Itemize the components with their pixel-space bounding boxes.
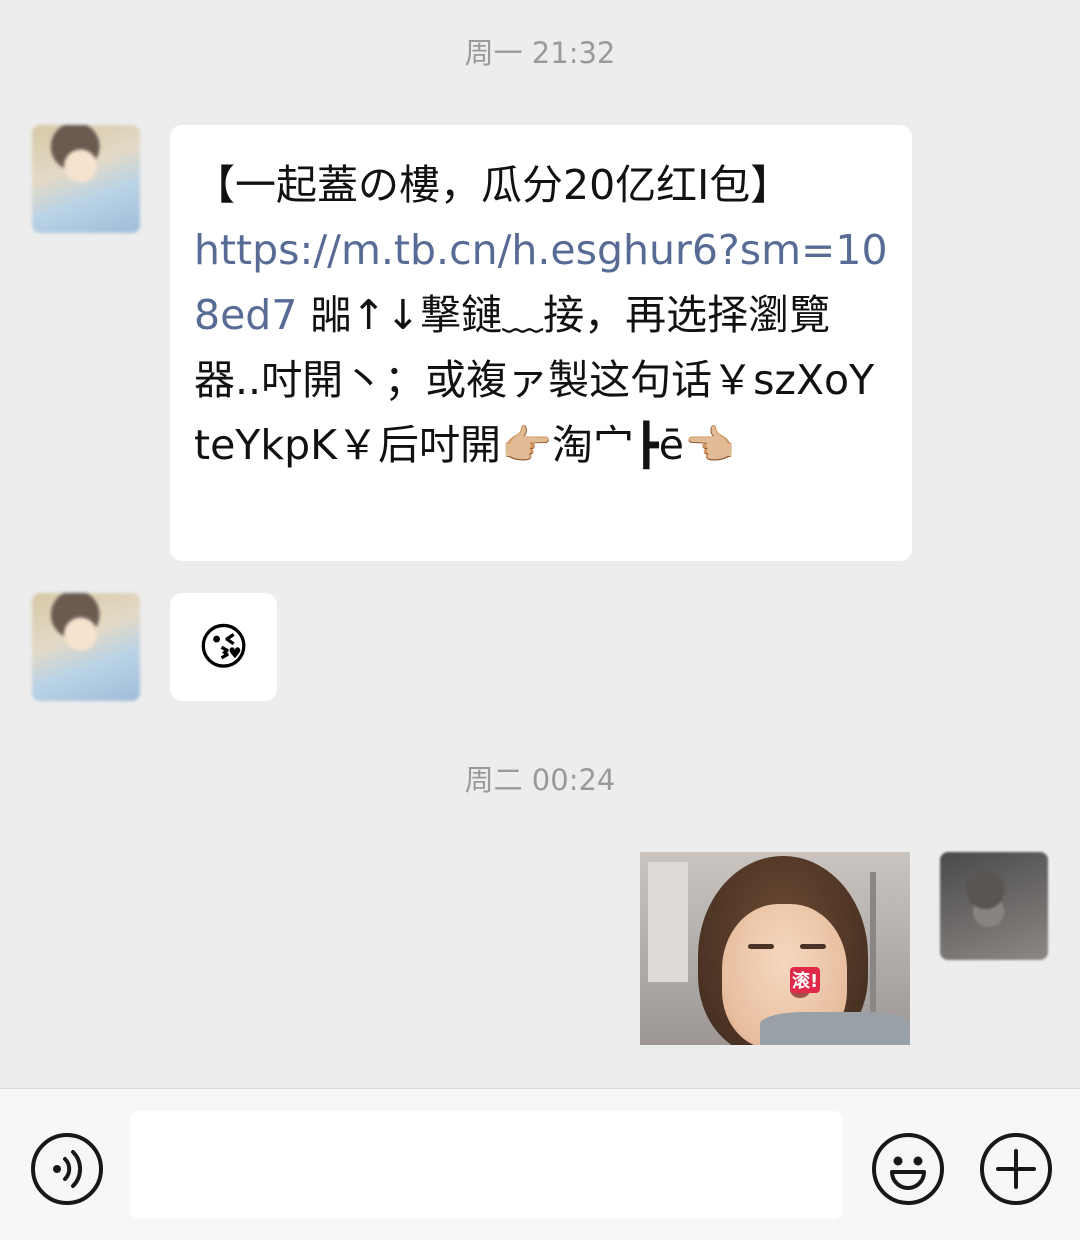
sticker-message[interactable]: 滚! xyxy=(640,852,910,1045)
emoji-message-bubble[interactable]: 😘 xyxy=(170,593,277,701)
self-avatar[interactable] xyxy=(940,852,1048,960)
emoji-button[interactable] xyxy=(872,1133,944,1205)
kiss-emoji: 😘 xyxy=(197,618,250,676)
sticker-eye xyxy=(748,944,774,949)
sticker-shirt xyxy=(760,1012,910,1045)
input-bar xyxy=(0,1088,1080,1240)
message-input[interactable] xyxy=(130,1111,842,1219)
sticker-background-window xyxy=(648,862,688,982)
message-text: 【一起蓋の樓，瓜分20亿红I包】 xyxy=(194,161,792,209)
friend-avatar[interactable] xyxy=(32,593,140,701)
sticker-eye xyxy=(800,944,826,949)
plus-icon xyxy=(996,1149,1036,1189)
smiley-icon xyxy=(890,1156,926,1190)
voice-icon xyxy=(53,1150,83,1188)
voice-button[interactable] xyxy=(31,1133,103,1205)
message-bubble[interactable]: 【一起蓋の樓，瓜分20亿红I包】 https://m.tb.cn/h.esghu… xyxy=(170,125,912,561)
timestamp: 周二 00:24 xyxy=(464,763,616,797)
sticker-caption: 滚! xyxy=(790,967,821,993)
timestamp: 周一 21:32 xyxy=(464,36,616,70)
message-text: 嘂↑↓撃鏈﹏接，再选择瀏覽器..吋開丶；或複ァ製这句话￥szXoYteYkpK￥… xyxy=(194,291,875,469)
sticker-background-pole xyxy=(870,872,876,1022)
plus-button[interactable] xyxy=(980,1133,1052,1205)
friend-avatar[interactable] xyxy=(32,125,140,233)
